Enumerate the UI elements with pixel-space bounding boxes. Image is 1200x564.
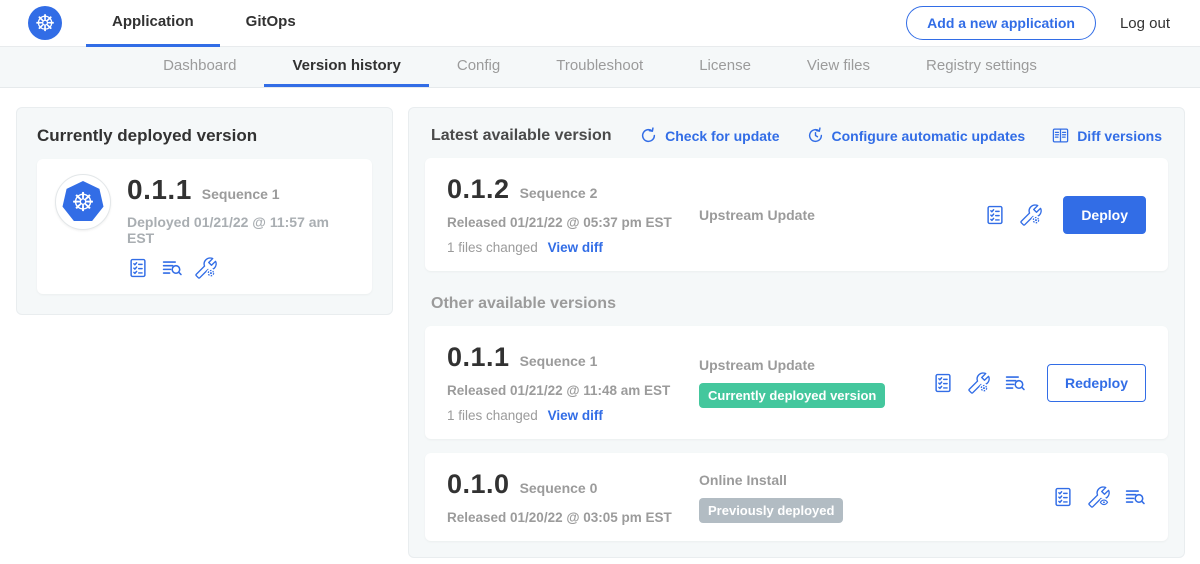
subnav-tab-label: License — [699, 57, 751, 74]
deployed-sequence: Sequence 1 — [202, 186, 280, 202]
diff-versions-icon — [1051, 126, 1070, 145]
currently-deployed-badge: Currently deployed version — [699, 383, 885, 408]
source-label: Upstream Update — [699, 357, 922, 373]
tab-application-label: Application — [112, 13, 194, 30]
helm-wheel-glyph: ☸ — [35, 12, 56, 35]
subnav-tab-troubleshoot[interactable]: Troubleshoot — [528, 47, 671, 87]
currently-deployed-card: ☸ 0.1.1 Sequence 1 Deployed 01/21/22 @ 1… — [37, 159, 372, 294]
subnav-tab-label: Dashboard — [163, 57, 236, 74]
deployed-actions — [127, 257, 354, 279]
version-info: 0.1.1 Sequence 1 Released 01/21/22 @ 11:… — [447, 342, 699, 423]
logout-link[interactable]: Log out — [1120, 15, 1170, 32]
schedule-update-icon — [806, 126, 825, 145]
deploy-button[interactable]: Deploy — [1063, 196, 1146, 234]
version-source: Upstream Update Currently deployed versi… — [699, 357, 932, 408]
version-actions: Redeploy — [932, 364, 1146, 402]
version-sequence: Sequence 0 — [520, 480, 598, 496]
configure-automatic-updates-label: Configure automatic updates — [832, 128, 1026, 144]
subnav-tab-view-files[interactable]: View files — [779, 47, 898, 87]
version-actions: Deploy — [984, 196, 1146, 234]
edit-config-icon[interactable] — [968, 372, 990, 394]
tab-application[interactable]: Application — [86, 0, 220, 47]
add-application-button[interactable]: Add a new application — [906, 6, 1096, 40]
version-source: Online Install Previously deployed — [699, 472, 1052, 523]
subnav-tab-dashboard[interactable]: Dashboard — [135, 47, 264, 87]
subnav-tab-label: Version history — [292, 57, 400, 74]
view-diff-link[interactable]: View diff — [548, 240, 603, 255]
currently-deployed-title: Currently deployed version — [37, 126, 372, 146]
version-number: 0.1.2 — [447, 174, 510, 205]
tab-gitops-label: GitOps — [246, 13, 296, 30]
latest-version-header: Latest available version Check for updat… — [425, 123, 1168, 158]
version-row-0-1-0: 0.1.0 Sequence 0 Released 01/20/22 @ 03:… — [425, 453, 1168, 541]
version-history-panel: Latest available version Check for updat… — [408, 107, 1185, 558]
version-row-0-1-2: 0.1.2 Sequence 2 Released 01/21/22 @ 05:… — [425, 158, 1168, 271]
deployed-timestamp: Deployed 01/21/22 @ 11:57 am EST — [127, 214, 354, 246]
deploy-logs-icon[interactable] — [1004, 372, 1026, 394]
view-diff-link[interactable]: View diff — [548, 408, 603, 423]
files-changed-line: 1 files changed View diff — [447, 240, 699, 255]
files-changed-count: 1 files changed — [447, 408, 538, 423]
released-timestamp: Released 01/21/22 @ 11:48 am EST — [447, 383, 699, 398]
version-number: 0.1.0 — [447, 469, 510, 500]
version-info: 0.1.2 Sequence 2 Released 01/21/22 @ 05:… — [447, 174, 699, 255]
kubernetes-logo-icon: ☸ — [28, 6, 62, 40]
tab-gitops[interactable]: GitOps — [220, 0, 322, 47]
other-versions-title: Other available versions — [431, 295, 1162, 313]
check-for-update-label: Check for update — [665, 128, 779, 144]
deployed-version: 0.1.1 — [127, 174, 192, 206]
released-timestamp: Released 01/21/22 @ 05:37 pm EST — [447, 215, 699, 230]
currently-deployed-panel: Currently deployed version ☸ 0.1.1 Seque… — [16, 107, 393, 315]
kubernetes-app-icon: ☸ — [62, 181, 104, 223]
subnav-tab-label: Registry settings — [926, 57, 1037, 74]
view-config-icon[interactable] — [1088, 486, 1110, 508]
subnav-tab-version-history[interactable]: Version history — [264, 47, 428, 87]
source-label: Online Install — [699, 472, 1042, 488]
edit-config-icon[interactable] — [195, 257, 217, 279]
version-row-0-1-1: 0.1.1 Sequence 1 Released 01/21/22 @ 11:… — [425, 326, 1168, 439]
check-for-update-link[interactable]: Check for update — [639, 126, 779, 145]
preflight-checks-icon[interactable] — [1052, 486, 1074, 508]
redeploy-button[interactable]: Redeploy — [1047, 364, 1146, 402]
subnav-tab-config[interactable]: Config — [429, 47, 528, 87]
subnav-tab-registry-settings[interactable]: Registry settings — [898, 47, 1065, 87]
version-info: 0.1.0 Sequence 0 Released 01/20/22 @ 03:… — [447, 469, 699, 525]
app-logo-badge: ☸ — [55, 174, 111, 230]
diff-versions-label: Diff versions — [1077, 128, 1162, 144]
diff-versions-link[interactable]: Diff versions — [1051, 126, 1162, 145]
subnav-tab-label: Troubleshoot — [556, 57, 643, 74]
previously-deployed-badge: Previously deployed — [699, 498, 843, 523]
version-source: Upstream Update — [699, 207, 984, 223]
version-number: 0.1.1 — [447, 342, 510, 373]
preflight-checks-icon[interactable] — [984, 204, 1006, 226]
helm-wheel-glyph: ☸ — [71, 189, 94, 215]
edit-config-icon[interactable] — [1020, 204, 1042, 226]
deploy-logs-icon[interactable] — [161, 257, 183, 279]
deployed-info: 0.1.1 Sequence 1 Deployed 01/21/22 @ 11:… — [127, 174, 354, 279]
refresh-icon — [639, 126, 658, 145]
version-actions — [1052, 486, 1146, 508]
latest-version-title: Latest available version — [431, 127, 613, 145]
source-label: Upstream Update — [699, 207, 974, 223]
files-changed-count: 1 files changed — [447, 240, 538, 255]
files-changed-line: 1 files changed View diff — [447, 408, 699, 423]
preflight-checks-icon[interactable] — [932, 372, 954, 394]
subnav-tab-license[interactable]: License — [671, 47, 779, 87]
top-header: ☸ Application GitOps Add a new applicati… — [0, 0, 1200, 47]
deploy-logs-icon[interactable] — [1124, 486, 1146, 508]
version-sequence: Sequence 1 — [520, 353, 598, 369]
released-timestamp: Released 01/20/22 @ 03:05 pm EST — [447, 510, 699, 525]
version-sequence: Sequence 2 — [520, 185, 598, 201]
preflight-checks-icon[interactable] — [127, 257, 149, 279]
app-subnav: Dashboard Version history Config Trouble… — [0, 47, 1200, 88]
configure-automatic-updates-link[interactable]: Configure automatic updates — [806, 126, 1026, 145]
main-content: Currently deployed version ☸ 0.1.1 Seque… — [0, 88, 1200, 558]
subnav-tab-label: Config — [457, 57, 500, 74]
subnav-tab-label: View files — [807, 57, 870, 74]
